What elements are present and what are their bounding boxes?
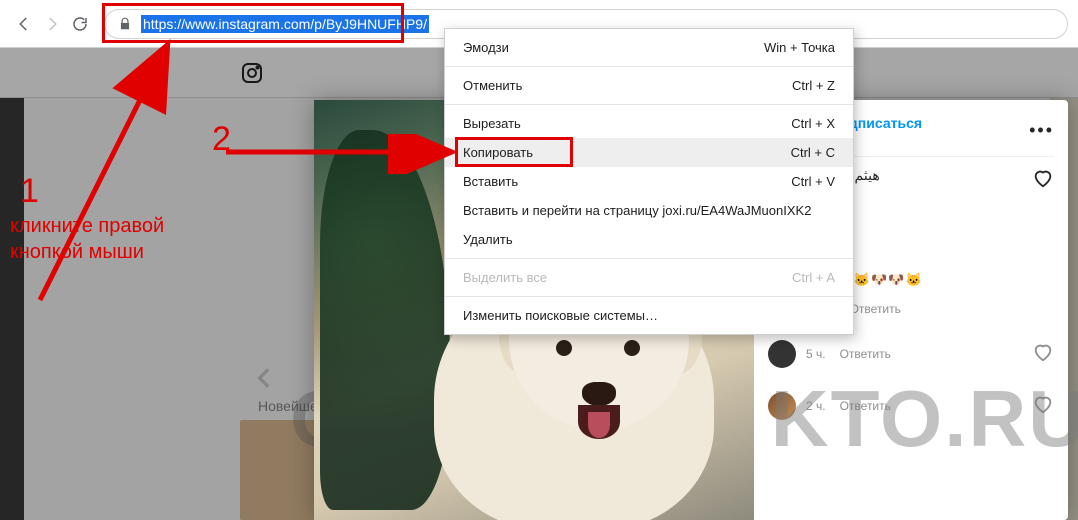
context-menu-separator [445,258,853,259]
context-menu-item[interactable]: Вырезать Ctrl + X [445,109,853,138]
like-icon[interactable] [1032,341,1054,368]
context-menu-item-label: Отменить [463,78,522,93]
context-menu-item-label: Вырезать [463,116,521,131]
context-menu-item-label: Изменить поисковые системы… [463,308,658,323]
context-menu-item[interactable]: Вставить и перейти на страницу joxi.ru/E… [445,196,853,225]
comment-row: 5 ч. Ответить [768,340,1054,368]
annotation-instruction: кликните правой кнопкой мыши [10,213,164,265]
context-menu-item[interactable]: Изменить поисковые системы… [445,301,853,330]
comment-reply-link[interactable]: Ответить [850,302,901,316]
context-menu-item-label: Удалить [463,232,513,247]
context-menu-item-label: Выделить все [463,270,547,285]
context-menu-item-shortcut: Ctrl + V [791,174,835,189]
context-menu-item-label: Эмодзи [463,40,509,55]
context-menu-item[interactable]: Эмодзи Win + Точка [445,33,853,62]
context-menu-item[interactable]: Отменить Ctrl + Z [445,71,853,100]
context-menu-item-shortcut: Ctrl + Z [792,78,835,93]
context-menu-item-label: Вставить и перейти на страницу joxi.ru/E… [463,203,811,218]
context-menu-item-shortcut: Win + Точка [764,40,835,55]
context-menu[interactable]: Эмодзи Win + Точка Отменить Ctrl + Z Вырезат… [444,28,854,335]
context-menu-separator [445,104,853,105]
annotation-step-1: 1 [20,172,39,211]
context-menu-item-shortcut: Ctrl + A [792,270,835,285]
nav-forward-button[interactable] [38,10,66,38]
context-menu-separator [445,66,853,67]
lock-icon [117,16,133,32]
avatar[interactable] [768,340,796,368]
like-icon[interactable] [1032,157,1054,194]
comment-reply-link[interactable]: Ответить [840,347,891,361]
nav-back-button[interactable] [10,10,38,38]
context-menu-item[interactable]: Удалить [445,225,853,254]
watermark: KTO.RU [771,373,1078,465]
context-menu-item[interactable]: Копировать Ctrl + C [445,138,853,167]
nav-reload-button[interactable] [66,10,94,38]
context-menu-item-shortcut: Ctrl + X [791,116,835,131]
context-menu-item-shortcut: Ctrl + C [791,145,835,160]
context-menu-item[interactable]: Вставить Ctrl + V [445,167,853,196]
more-options-button[interactable]: ••• [1029,120,1054,141]
annotation-step-2: 2 [212,120,231,159]
context-menu-item: Выделить все Ctrl + A [445,263,853,292]
address-bar-text[interactable]: https://www.instagram.com/p/ByJ9HNUFHP9/ [141,15,429,33]
context-menu-item-label: Копировать [463,145,533,160]
context-menu-separator [445,296,853,297]
comment-time: 5 ч. [806,347,826,361]
context-menu-item-label: Вставить [463,174,518,189]
